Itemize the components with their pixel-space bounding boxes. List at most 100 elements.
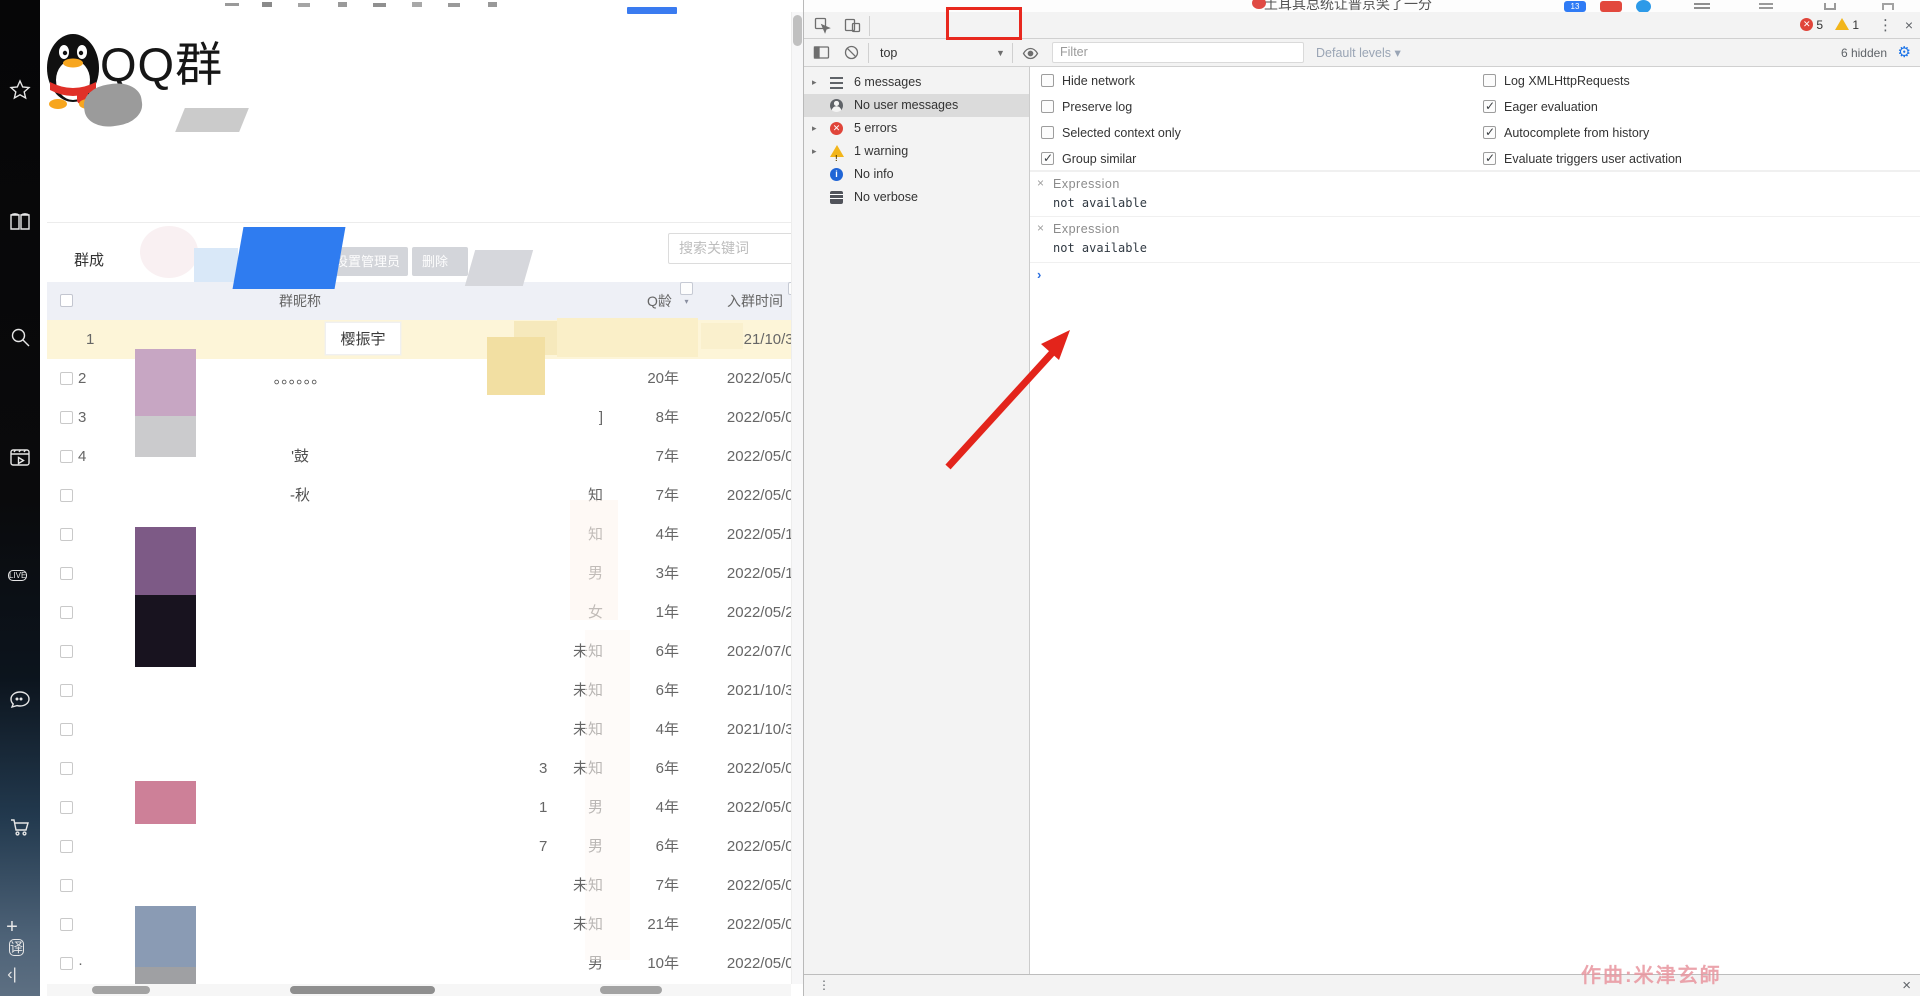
scrollbar-thumb[interactable] — [793, 15, 802, 46]
page-horizontal-scrollbar[interactable] — [47, 984, 791, 996]
shopping-cart-icon[interactable] — [8, 815, 32, 839]
row-checkbox[interactable] — [60, 879, 73, 892]
favorites-star-icon[interactable] — [8, 78, 32, 102]
row-checkbox[interactable] — [60, 528, 73, 541]
devtools-close-icon[interactable]: × — [1905, 12, 1913, 39]
video-player-icon[interactable] — [8, 445, 32, 469]
censor-block — [570, 500, 618, 620]
console-message[interactable]: × Expression not available — [1030, 171, 1920, 217]
log-levels-dropdown[interactable]: Default levels ▾ — [1316, 39, 1401, 67]
expand-triangle-icon[interactable]: ▸ — [812, 71, 817, 94]
toolbar-fragment — [298, 3, 310, 7]
warning-count-badge[interactable]: 1 — [1835, 18, 1859, 33]
checkbox[interactable] — [1483, 152, 1496, 165]
devtools-menu-icon[interactable]: ⋮ — [1878, 12, 1893, 39]
censor-block — [135, 906, 196, 967]
live-expression-eye-icon[interactable] — [1022, 45, 1039, 62]
scrollbar-thumb[interactable] — [600, 986, 662, 994]
checkbox[interactable] — [1041, 100, 1054, 113]
console-sidebar-item[interactable]: ▸ ✕ 5 errors — [804, 117, 1029, 140]
add-button[interactable]: + — [0, 916, 24, 940]
clear-console-icon[interactable] — [843, 44, 860, 61]
column-join-time: 入群时间 — [727, 282, 783, 320]
console-sidebar-item[interactable]: ▸ No verbose — [804, 186, 1029, 209]
search-icon[interactable] — [8, 325, 32, 349]
member-join-date: 2022/05/03 — [687, 359, 802, 398]
checkbox[interactable] — [1483, 100, 1496, 113]
inspect-element-icon[interactable] — [814, 17, 831, 34]
console-sidebar-item[interactable]: ▸ 6 messages — [804, 71, 1029, 94]
browser-side-rail: LIVE 译 + ‹| — [0, 0, 40, 996]
checkbox[interactable] — [1483, 126, 1496, 139]
console-sidebar-item[interactable]: ▸ i No info — [804, 163, 1029, 186]
table-row[interactable]: 未知 4年 2021/10/30 — [47, 710, 791, 749]
table-row[interactable]: 未知 6年 2021/10/30 — [47, 671, 791, 710]
device-toolbar-icon[interactable] — [844, 17, 861, 34]
expand-triangle-icon[interactable]: ▸ — [812, 117, 817, 140]
select-all-checkbox[interactable] — [60, 294, 73, 307]
row-checkbox[interactable] — [60, 723, 73, 736]
drawer-close-icon[interactable]: × — [1902, 975, 1911, 996]
reading-book-icon[interactable] — [8, 210, 32, 234]
expression-label: Expression — [1053, 222, 1120, 236]
toolbar-icon-fragment[interactable] — [1882, 3, 1894, 10]
menu-icon-fragment[interactable] — [1694, 3, 1710, 9]
badge-count[interactable]: 13 — [1564, 1, 1586, 12]
context-dropdown-arrow[interactable]: ▼ — [996, 39, 1005, 67]
collapse-rail-button[interactable]: ‹| — [0, 966, 24, 990]
toolbar-icon-fragment[interactable] — [1759, 3, 1773, 9]
checkbox[interactable] — [1041, 152, 1054, 165]
censor-block — [557, 318, 698, 357]
checkbox[interactable] — [1483, 74, 1496, 87]
console-sidebar-toggle-icon[interactable] — [813, 44, 830, 61]
row-checkbox[interactable] — [60, 489, 73, 502]
error-count-badge[interactable]: ✕5 — [1800, 18, 1823, 33]
console-body: ▸ 6 messages ▸ No user messages ▸ ✕ 5 er… — [804, 67, 1920, 974]
drawer-menu-icon[interactable]: ⋮ — [818, 975, 830, 996]
live-icon[interactable]: LIVE — [8, 565, 32, 589]
settings-gear-icon[interactable]: ⚙ — [1898, 44, 1911, 61]
filter-input[interactable]: Filter — [1052, 42, 1304, 63]
censor-block — [135, 527, 196, 595]
row-checkbox[interactable] — [60, 645, 73, 658]
row-checkbox[interactable] — [60, 411, 73, 424]
table-row[interactable]: 7 男 6年 2022/05/03 — [47, 827, 791, 866]
console-sidebar-item[interactable]: ▸ No user messages — [804, 94, 1029, 117]
row-number: 2 — [78, 359, 86, 398]
member-join-date: 2021/10/30 — [687, 671, 802, 710]
toolbar-icon-fragment[interactable] — [1824, 3, 1836, 10]
member-join-date: 2022/05/03 — [687, 749, 802, 788]
row-checkbox[interactable] — [60, 801, 73, 814]
blue-circle-icon[interactable] — [1636, 0, 1651, 12]
row-checkbox[interactable] — [60, 957, 73, 970]
member-join-date: 2022/05/04 — [687, 905, 802, 944]
red-badge-icon[interactable] — [1600, 1, 1622, 12]
row-checkbox[interactable] — [60, 762, 73, 775]
delete-button[interactable]: 删除 — [412, 247, 468, 276]
row-checkbox[interactable] — [60, 372, 73, 385]
qage-filter-icon[interactable]: ▾ — [680, 282, 693, 295]
row-checkbox[interactable] — [60, 684, 73, 697]
context-selector[interactable]: top — [880, 39, 897, 67]
table-row[interactable]: 未知 7年 2022/05/03 — [47, 866, 791, 905]
row-checkbox[interactable] — [60, 840, 73, 853]
console-sidebar-item[interactable]: ▸ 1 warning — [804, 140, 1029, 163]
console-prompt-caret[interactable]: › — [1037, 267, 1041, 282]
expand-triangle-icon[interactable]: ▸ — [812, 140, 817, 163]
chat-bubble-icon[interactable] — [8, 688, 32, 712]
table-row[interactable]: -秋 知 7年 2022/05/04 — [47, 476, 791, 515]
row-checkbox[interactable] — [60, 567, 73, 580]
console-message[interactable]: × Expression not available — [1030, 217, 1920, 263]
close-expression-icon[interactable]: × — [1037, 176, 1044, 190]
scrollbar-thumb[interactable] — [290, 986, 435, 994]
row-checkbox[interactable] — [60, 606, 73, 619]
close-expression-icon[interactable]: × — [1037, 221, 1044, 235]
page-vertical-scrollbar[interactable] — [791, 12, 803, 984]
translate-icon[interactable]: 译 — [9, 938, 33, 962]
scrollbar-thumb[interactable] — [92, 986, 150, 994]
checkbox[interactable] — [1041, 126, 1054, 139]
row-checkbox[interactable] — [60, 918, 73, 931]
checkbox[interactable] — [1041, 74, 1054, 87]
search-input[interactable]: 搜索关键词 — [668, 233, 803, 264]
row-checkbox[interactable] — [60, 450, 73, 463]
